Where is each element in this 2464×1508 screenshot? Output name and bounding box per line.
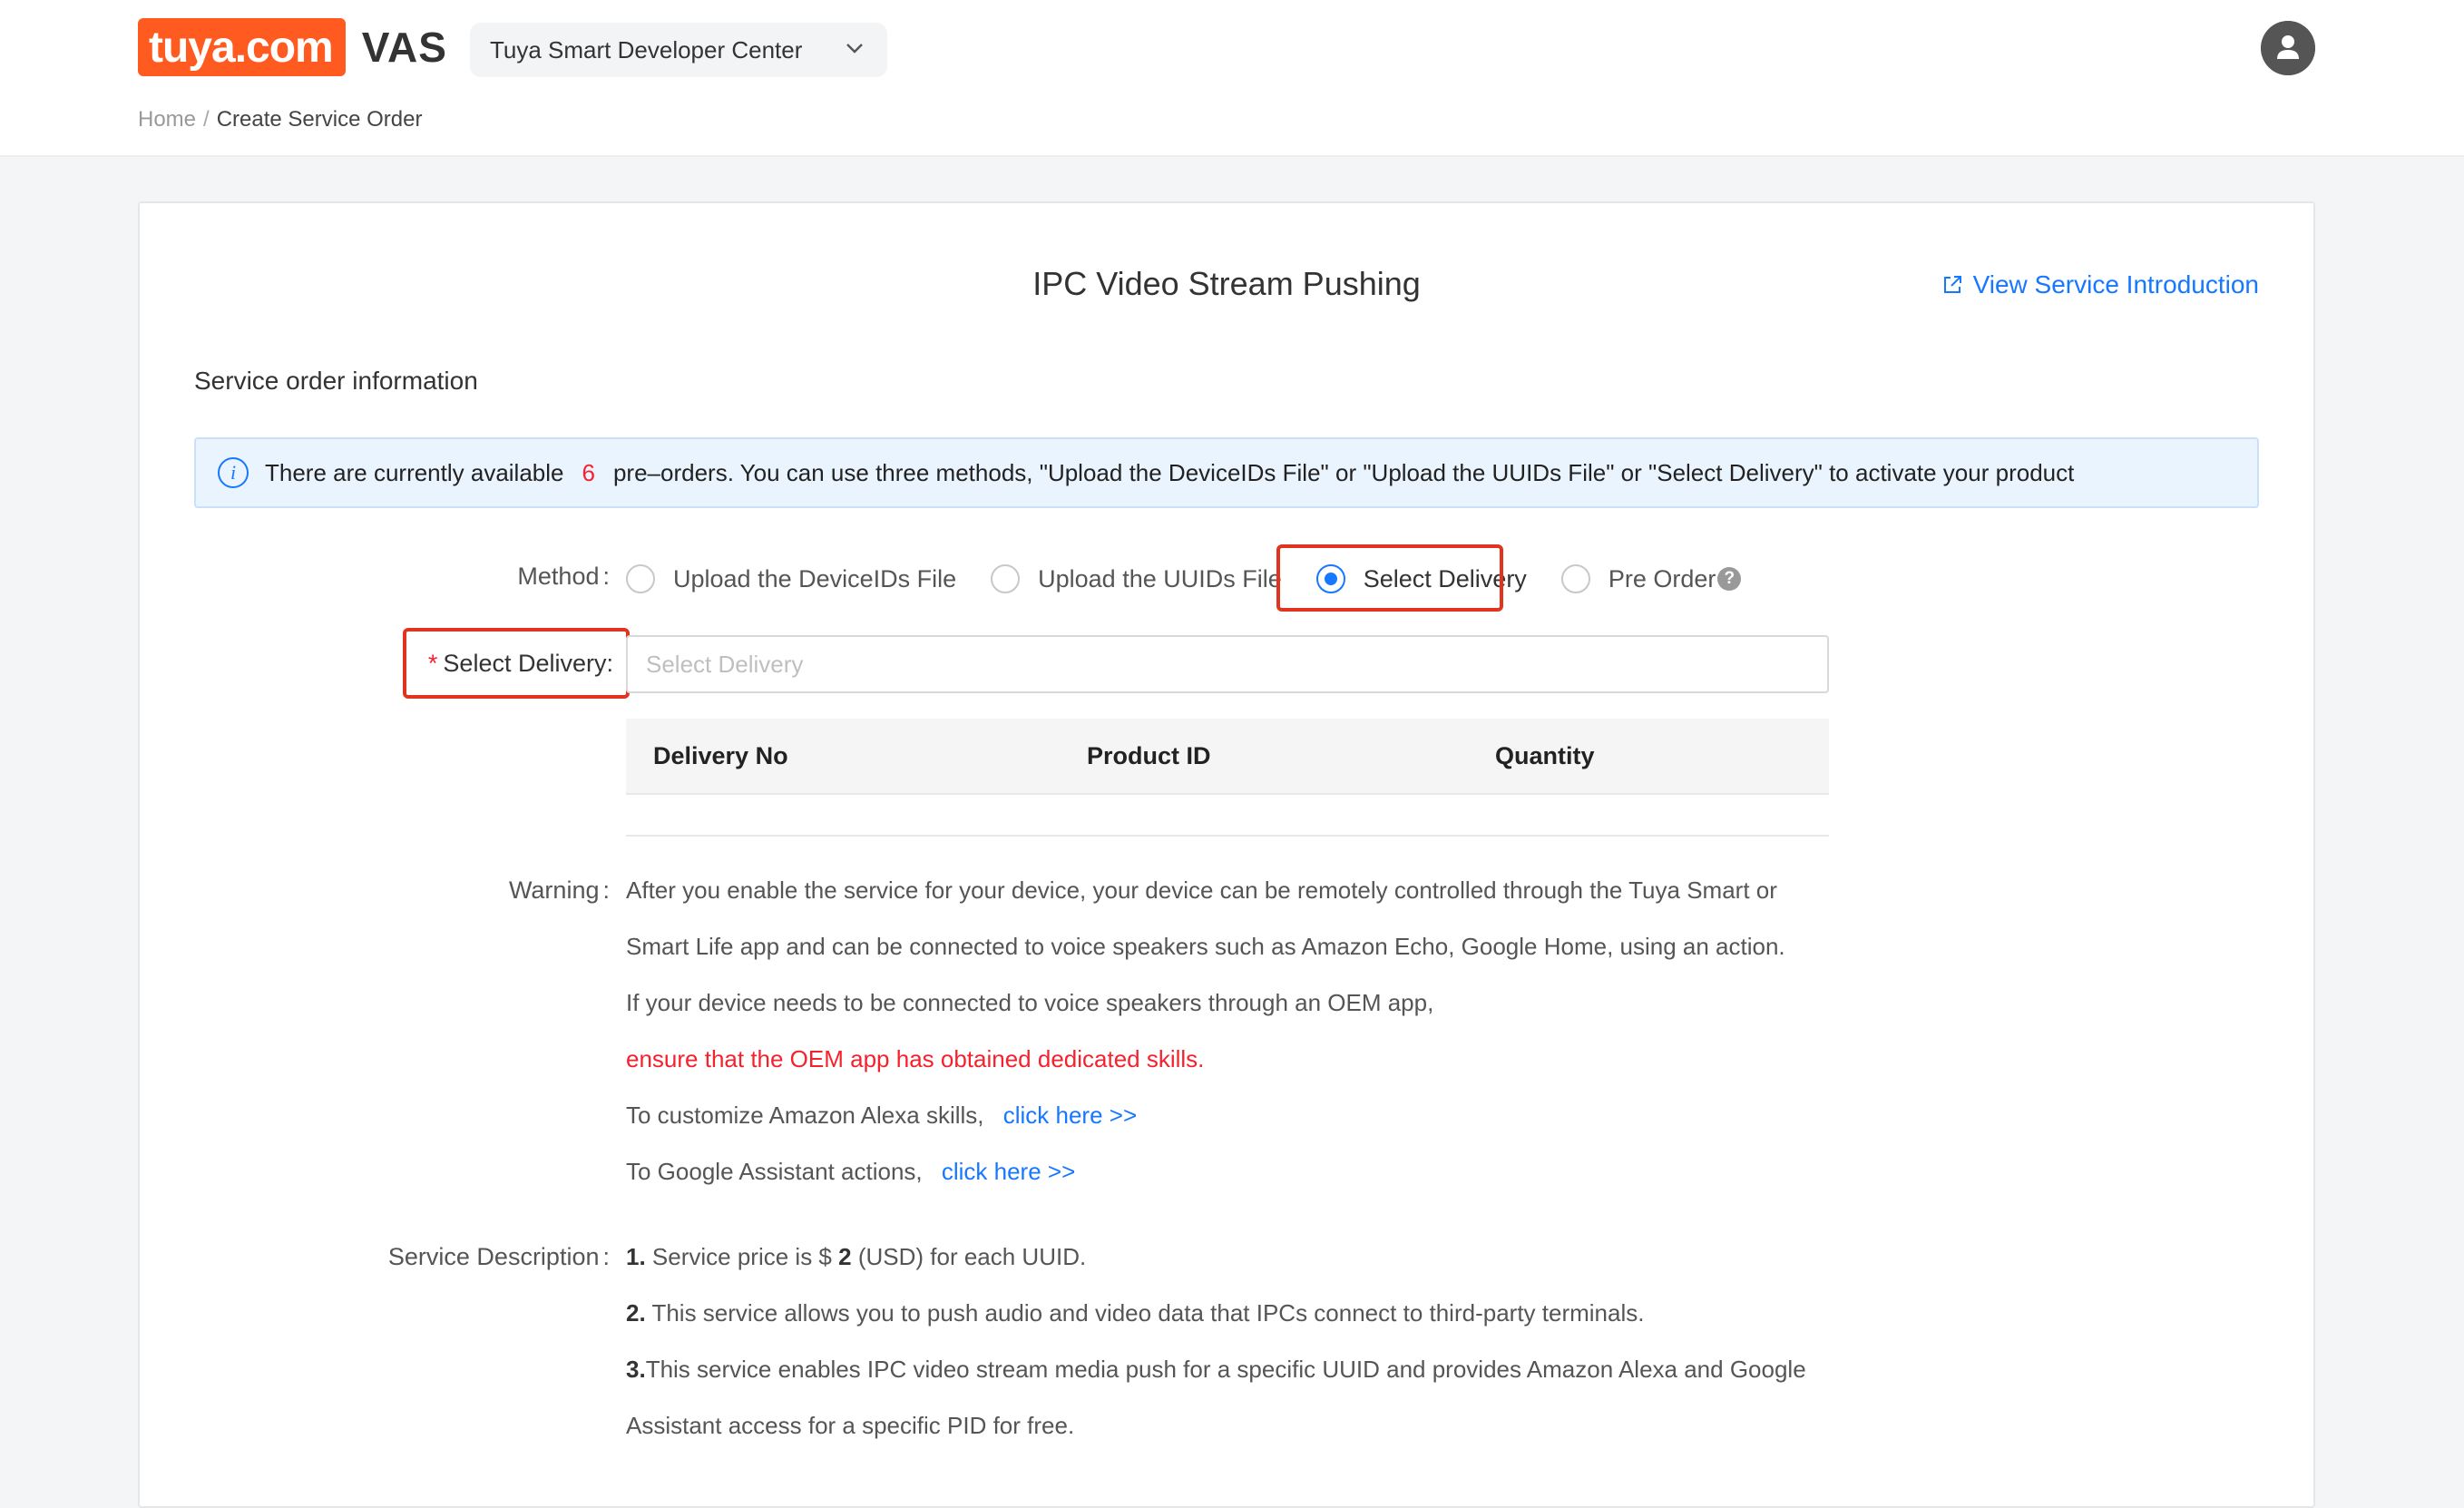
- method-label: Method:: [517, 563, 610, 590]
- warning-line-6: To Google Assistant actions, click here …: [626, 1158, 1075, 1186]
- radio-upload-uuids[interactable]: Upload the UUIDs File: [991, 564, 1282, 593]
- service-description-label: Service Description:: [387, 1243, 610, 1270]
- chevron-down-icon: [846, 44, 863, 54]
- google-text: To Google Assistant actions,: [626, 1158, 923, 1185]
- developer-center-label: Tuya Smart Developer Center: [490, 35, 803, 64]
- tuya-logo[interactable]: tuya.com: [138, 18, 346, 76]
- pre-order-count: 6: [582, 458, 595, 486]
- description-item-2: 2. This service allows you to push audio…: [626, 1299, 1644, 1327]
- select-delivery-label-text: Select Delivery: [443, 649, 607, 677]
- item-3-number: 3.: [626, 1356, 646, 1383]
- radio-label: Pre Order: [1608, 564, 1716, 592]
- column-quantity: Quantity: [1495, 742, 1595, 769]
- item-1-pre: Service price is $: [651, 1243, 832, 1270]
- breadcrumb-current: Create Service Order: [216, 107, 423, 132]
- item-2-text: This service allows you to push audio an…: [651, 1299, 1645, 1327]
- view-service-introduction-link[interactable]: View Service Introduction: [1942, 270, 2259, 299]
- delivery-table-header: Delivery No Product ID Quantity: [626, 719, 1829, 795]
- radio-label: Upload the UUIDs File: [1038, 564, 1282, 592]
- top-bar: tuya.com VAS Tuya Smart Developer Center…: [0, 0, 2464, 157]
- external-link-icon: [1943, 276, 1961, 293]
- breadcrumb: Home / Create Service Order: [138, 107, 422, 132]
- banner-prefix: There are currently available: [265, 458, 564, 486]
- question-icon[interactable]: ?: [1717, 567, 1742, 591]
- warning-oem-skills: ensure that the OEM app has obtained ded…: [626, 1045, 1205, 1072]
- service-description-label-text: Service Description: [387, 1243, 600, 1270]
- user-avatar-icon[interactable]: [2261, 21, 2315, 75]
- delivery-table-body: [626, 795, 1829, 837]
- item-1-number: 1.: [626, 1243, 646, 1270]
- warning-label: Warning:: [508, 876, 610, 904]
- radio-circle[interactable]: [626, 564, 655, 593]
- method-radio-group: Upload the DeviceIDs File Upload the UUI…: [626, 552, 1775, 606]
- google-click-here-link[interactable]: click here >>: [942, 1158, 1075, 1185]
- warning-line-2: Smart Life app and can be connected to v…: [626, 933, 1785, 960]
- breadcrumb-separator: /: [203, 107, 210, 132]
- radio-label: Upload the DeviceIDs File: [673, 564, 957, 592]
- section-title: Service order information: [194, 367, 478, 395]
- brand[interactable]: tuya.com VAS: [138, 18, 447, 76]
- radio-upload-deviceids[interactable]: Upload the DeviceIDs File: [626, 564, 956, 593]
- select-delivery-label: * Select Delivery:: [403, 628, 630, 699]
- warning-label-text: Warning: [508, 876, 600, 904]
- breadcrumb-home[interactable]: Home: [138, 107, 196, 132]
- warning-line-4: ensure that the OEM app has obtained ded…: [626, 1045, 1204, 1073]
- warning-line-5: To customize Amazon Alexa skills, click …: [626, 1102, 1137, 1130]
- select-delivery-input[interactable]: [626, 635, 1829, 693]
- column-delivery-no: Delivery No: [653, 742, 788, 769]
- description-item-3-cont: Assistant access for a specific PID for …: [626, 1412, 1075, 1439]
- banner-suffix: pre–orders. You can use three methods, "…: [612, 458, 2075, 486]
- warning-line-3: If your device needs to be connected to …: [626, 989, 1434, 1016]
- info-icon: i: [218, 457, 249, 488]
- service-order-card: IPC Video Stream Pushing View Service In…: [138, 201, 2315, 1508]
- required-mark: *: [427, 649, 438, 677]
- column-product-id: Product ID: [1087, 742, 1211, 769]
- item-3-line-1: This service enables IPC video stream me…: [645, 1356, 1806, 1383]
- product-name: VAS: [361, 24, 447, 71]
- alexa-text: To customize Amazon Alexa skills,: [626, 1102, 984, 1129]
- method-label-text: Method: [517, 563, 600, 590]
- info-banner: i There are currently available 6 pre–or…: [194, 437, 2259, 508]
- alexa-click-here-link[interactable]: click here >>: [1003, 1102, 1137, 1129]
- logo-text: tuya.com: [149, 23, 334, 72]
- item-1-post: (USD) for each UUID.: [857, 1243, 1087, 1270]
- developer-center-selector[interactable]: Tuya Smart Developer Center: [470, 23, 887, 77]
- radio-pre-order[interactable]: Pre Order ?: [1560, 564, 1742, 593]
- warning-line-1: After you enable the service for your de…: [626, 876, 1777, 904]
- highlight-box-select-delivery: [1276, 544, 1503, 612]
- description-item-1: 1. Service price is $ 2 (USD) for each U…: [626, 1243, 1086, 1271]
- description-item-3: 3.This service enables IPC video stream …: [626, 1356, 1806, 1384]
- intro-link-label: View Service Introduction: [1972, 270, 2259, 299]
- radio-circle[interactable]: [991, 564, 1021, 593]
- item-2-number: 2.: [626, 1299, 646, 1327]
- radio-circle[interactable]: [1560, 564, 1590, 593]
- item-1-price: 2: [838, 1243, 852, 1270]
